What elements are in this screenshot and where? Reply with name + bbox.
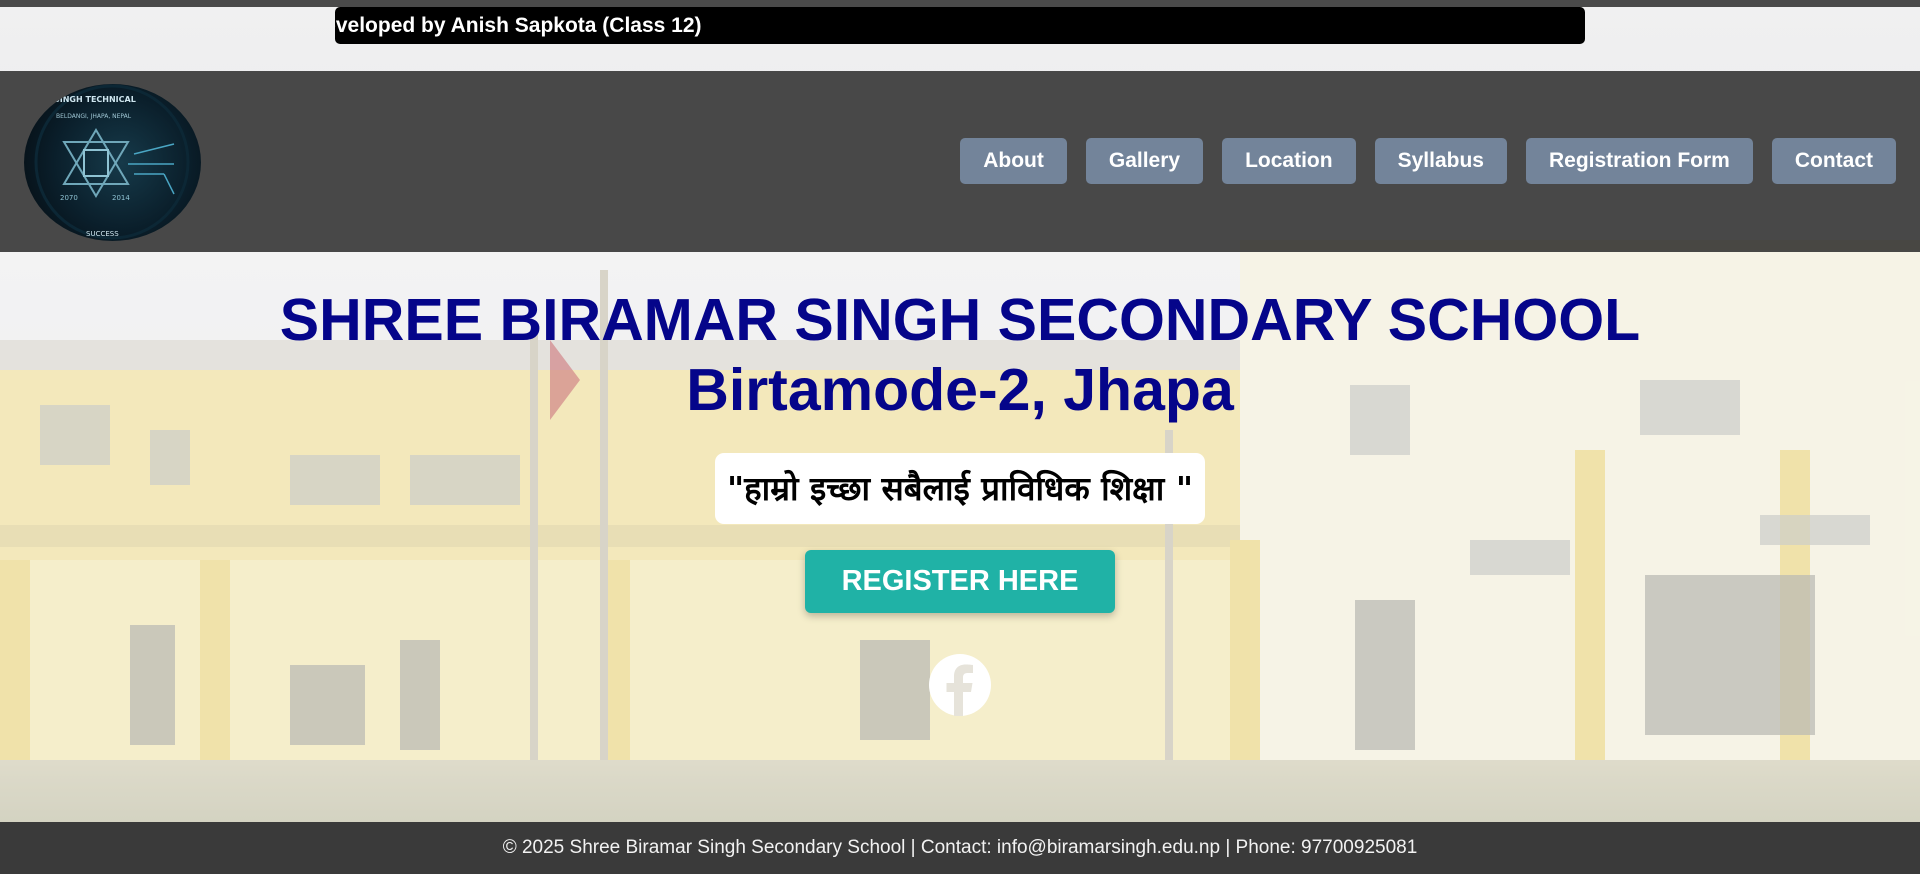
school-motto: "हाम्रो इच्छा सबैलाई प्राविधिक शिक्षा " — [714, 453, 1206, 524]
nav-location-button[interactable]: Location — [1222, 138, 1356, 184]
nav-syllabus-button[interactable]: Syllabus — [1374, 138, 1507, 184]
nav-gallery-button[interactable]: Gallery — [1085, 138, 1204, 184]
register-button[interactable]: REGISTER HERE — [804, 550, 1116, 613]
nav-about-button[interactable]: About — [960, 138, 1067, 184]
nav-contact-button[interactable]: Contact — [1771, 138, 1896, 184]
marquee-banner: Developed by Anish Sapkota (Class 12) — [335, 7, 1585, 44]
svg-text:SUCCESS: SUCCESS — [86, 230, 119, 238]
site-header: SINGH TECHNICAL BELDANGI, JHAPA, NEPAL 2… — [0, 71, 1920, 252]
svg-text:2014: 2014 — [112, 194, 130, 202]
top-bar — [0, 0, 1920, 7]
school-logo[interactable]: SINGH TECHNICAL BELDANGI, JHAPA, NEPAL 2… — [24, 84, 201, 241]
main-nav: About Gallery Location Syllabus Registra… — [960, 138, 1896, 184]
logo-emblem: SINGH TECHNICAL BELDANGI, JHAPA, NEPAL 2… — [34, 84, 190, 240]
nav-registration-form-button[interactable]: Registration Form — [1525, 138, 1753, 184]
school-name-heading: SHREE BIRAMAR SINGH SECONDARY SCHOOL Bir… — [0, 285, 1920, 425]
school-name: SHREE BIRAMAR SINGH SECONDARY SCHOOL — [279, 287, 1641, 353]
svg-text:BELDANGI, JHAPA, NEPAL: BELDANGI, JHAPA, NEPAL — [56, 113, 132, 120]
footer-text: © 2025 Shree Biramar Singh Secondary Sch… — [502, 837, 1418, 858]
school-address: Birtamode-2, Jhapa — [686, 357, 1234, 423]
marquee-text: Developed by Anish Sapkota (Class 12) — [335, 14, 702, 37]
svg-text:2070: 2070 — [60, 194, 78, 202]
facebook-icon[interactable] — [929, 654, 991, 716]
svg-text:SINGH TECHNICAL: SINGH TECHNICAL — [54, 95, 136, 104]
hero-section: SHREE BIRAMAR SINGH SECONDARY SCHOOL Bir… — [0, 285, 1920, 721]
site-footer: © 2025 Shree Biramar Singh Secondary Sch… — [0, 822, 1920, 874]
